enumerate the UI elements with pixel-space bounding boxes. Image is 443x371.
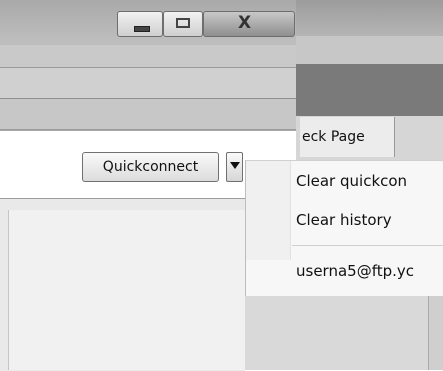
- quickconnect-menu: Clear quickcon Clear history: [245, 160, 443, 261]
- maximize-icon: [176, 18, 190, 28]
- background-tab[interactable]: eck Page: [300, 117, 395, 157]
- title-band: [0, 45, 300, 68]
- remote-pane: [245, 296, 443, 370]
- quickconnect-dropdown-button[interactable]: [226, 152, 243, 182]
- close-icon: X: [238, 13, 252, 33]
- local-files-list: [8, 210, 246, 370]
- background-window-toolbar: [296, 64, 443, 116]
- quickconnect-menu-lower: userna5@ftp.yc: [245, 260, 443, 296]
- toolbar-band: [0, 99, 300, 130]
- menu-band: [0, 68, 300, 99]
- maximize-button[interactable]: [163, 11, 203, 37]
- menu-item-clear-quickconnect[interactable]: Clear quickcon: [296, 172, 443, 190]
- menu-icon-strip: [246, 161, 291, 261]
- scrollbar[interactable]: [428, 296, 443, 370]
- background-window-titlebar: [296, 0, 443, 36]
- dropdown-arrow-icon: [230, 162, 240, 169]
- menu-separator: [292, 245, 443, 246]
- menu-item-history-entry[interactable]: userna5@ftp.yc: [296, 262, 443, 280]
- close-button[interactable]: X: [203, 11, 295, 37]
- background-window-menubar: [296, 36, 443, 65]
- minimize-icon: [134, 26, 150, 32]
- minimize-button[interactable]: [117, 11, 163, 37]
- menu-item-clear-history[interactable]: Clear history: [296, 211, 443, 229]
- quickconnect-button[interactable]: Quickconnect: [82, 152, 219, 182]
